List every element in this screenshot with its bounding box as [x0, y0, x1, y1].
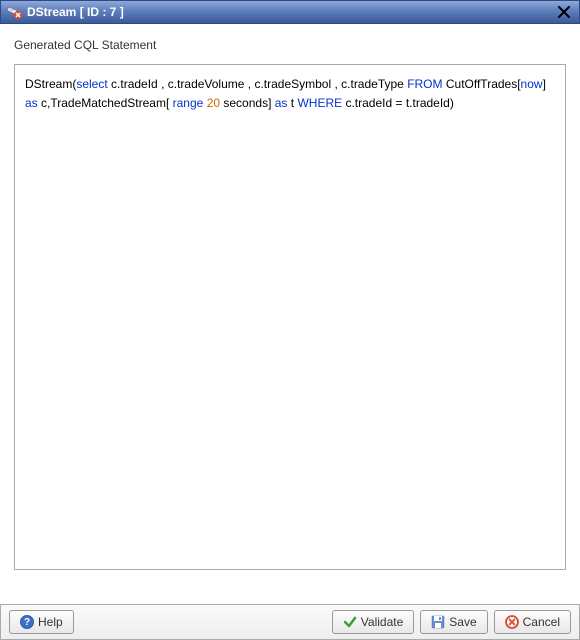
window-header: DStream [ ID : 7 ] [0, 0, 580, 24]
help-button-label: Help [38, 615, 63, 629]
floppy-icon [431, 615, 445, 629]
footer-toolbar: ? Help Validate Save [0, 604, 580, 640]
cql-statement-box[interactable]: DStream(select c.tradeId , c.tradeVolume… [14, 64, 566, 570]
content-area: Generated CQL Statement DStream(select c… [0, 24, 580, 570]
validate-button[interactable]: Validate [332, 610, 414, 634]
window-header-left: DStream [ ID : 7 ] [7, 4, 124, 20]
window-title: DStream [ ID : 7 ] [27, 5, 124, 19]
help-button[interactable]: ? Help [9, 610, 74, 634]
save-button[interactable]: Save [420, 610, 487, 634]
validate-button-label: Validate [361, 615, 403, 629]
statement-label: Generated CQL Statement [14, 38, 566, 52]
footer-right: Validate Save Cancel [332, 610, 571, 634]
save-button-label: Save [449, 615, 476, 629]
help-icon: ? [20, 615, 34, 629]
stream-icon [7, 4, 23, 20]
cql-statement-text: DStream(select c.tradeId , c.tradeVolume… [25, 77, 546, 110]
cancel-button[interactable]: Cancel [494, 610, 571, 634]
cancel-button-label: Cancel [523, 615, 560, 629]
cancel-icon [505, 615, 519, 629]
footer-left: ? Help [9, 610, 74, 634]
check-icon [343, 615, 357, 629]
close-button[interactable] [555, 3, 573, 21]
